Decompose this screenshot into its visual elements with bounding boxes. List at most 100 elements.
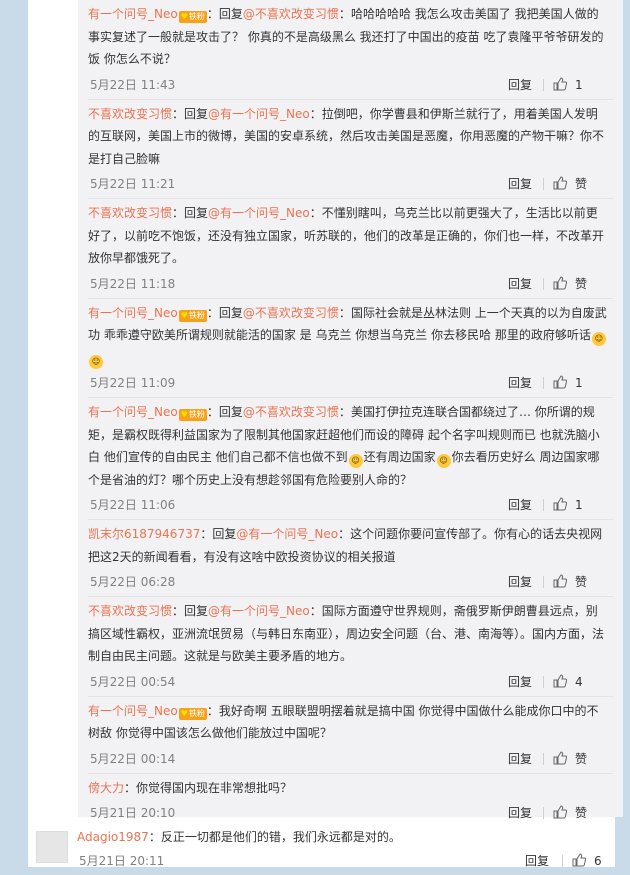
reply-button[interactable]: 回复 bbox=[508, 668, 532, 696]
like-button[interactable]: 1 bbox=[553, 71, 595, 99]
reply-time: 5月22日 11:18 bbox=[90, 276, 176, 291]
like-count: 1 bbox=[575, 77, 583, 92]
avatar[interactable] bbox=[36, 831, 68, 863]
reply-body: 还有周边国家 bbox=[363, 450, 436, 464]
reply-button[interactable]: 回复 bbox=[508, 270, 532, 298]
reply-text: 不喜欢改变习惯：回复@有一个问号_Neo：国际方面遵守世界规则，斋俄罗斯伊朗曹县… bbox=[88, 604, 605, 663]
emoji-icon: ☺ bbox=[89, 354, 103, 369]
reply-button[interactable]: 回复 bbox=[508, 745, 532, 773]
reply-text: 有一个问号_Neo ♥铁粉 ：回复@不喜欢改变习惯：国际社会就是丛林法则 上一个天真… bbox=[88, 302, 613, 370]
divider bbox=[543, 377, 544, 389]
fan-badge[interactable]: ♥铁粉 bbox=[178, 11, 207, 23]
reply-time: 5月22日 11:21 bbox=[90, 177, 176, 191]
reply-author[interactable]: 有一个问号_Neo bbox=[88, 306, 178, 320]
reply-author[interactable]: 不喜欢改变习惯 bbox=[88, 107, 172, 121]
mention-link[interactable]: @有一个问号_Neo bbox=[236, 527, 338, 541]
like-button[interactable]: 1 bbox=[553, 369, 595, 397]
reply-meta: 5月22日 11:18 回复 赞 bbox=[88, 270, 613, 298]
reply-time: 5月22日 11:09 bbox=[90, 376, 176, 390]
like-button[interactable]: 6 bbox=[572, 847, 614, 875]
reply-button[interactable]: 回复 bbox=[508, 568, 532, 596]
reply-meta: 5月22日 11:21 回复 赞 bbox=[88, 170, 613, 198]
thumb-up-icon bbox=[553, 673, 567, 687]
mention-link[interactable]: @不喜欢改变习惯 bbox=[243, 405, 339, 419]
reply-author[interactable]: 凯末尔6187946737 bbox=[88, 527, 200, 541]
like-button[interactable]: 赞 bbox=[553, 568, 595, 596]
mention-link[interactable]: @有一个问号_Neo bbox=[208, 107, 310, 121]
thumb-up-icon bbox=[553, 497, 567, 511]
like-count: 1 bbox=[575, 498, 583, 512]
reply-author[interactable]: 有一个问号_Neo bbox=[88, 405, 178, 419]
mention-link[interactable]: @不喜欢改变习惯 bbox=[243, 306, 339, 320]
reply-meta: 5月22日 00:54 回复 4 bbox=[88, 668, 613, 696]
reply-item: 有一个问号_Neo ♥铁粉 ：回复@不喜欢改变习惯：美国打伊拉克连联合国都绕过了… … bbox=[88, 398, 613, 520]
heart-icon: ♥ bbox=[180, 310, 188, 320]
reply-button[interactable]: 回复 bbox=[508, 71, 532, 99]
reply-meta: 5月22日 11:09 回复 1 bbox=[88, 369, 613, 397]
reply-meta: 5月22日 06:28 回复 赞 bbox=[88, 568, 613, 596]
like-count: 赞 bbox=[575, 806, 588, 820]
reply-button[interactable]: 回复 bbox=[508, 369, 532, 397]
comment-body: 反正一切都是他们的错，我们永远都是对的。 bbox=[160, 830, 401, 844]
like-button[interactable]: 1 bbox=[553, 491, 595, 519]
comment-meta: 5月21日 20:11 回复 6 bbox=[77, 847, 615, 875]
reply-meta: 5月22日 11:43 回复 1 bbox=[88, 71, 613, 99]
reply-text: 有一个问号_Neo ♥铁粉 ：回复@不喜欢改变习惯：哈哈哈哈哈 我怎么攻击美国了 我… bbox=[88, 7, 604, 66]
reply-button[interactable]: 回复 bbox=[525, 847, 549, 875]
heart-icon: ♥ bbox=[180, 12, 188, 21]
reply-text: 不喜欢改变习惯：回复@有一个问号_Neo：拉倒吧，你学曹县和伊斯兰就行了，用着美… bbox=[88, 106, 605, 166]
thumb-up-icon bbox=[553, 76, 567, 90]
reply-author[interactable]: 有一个问号_Neo bbox=[88, 7, 178, 21]
reply-item: 不喜欢改变习惯：回复@有一个问号_Neo：国际方面遵守世界规则，斋俄罗斯伊朗曹县… bbox=[88, 597, 613, 697]
like-button[interactable]: 赞 bbox=[553, 270, 595, 298]
comment-author[interactable]: Adagio1987 bbox=[77, 830, 149, 844]
divider bbox=[543, 499, 544, 511]
emoji-icon: ☺ bbox=[591, 332, 606, 346]
reply-author[interactable]: 不喜欢改变习惯 bbox=[88, 206, 172, 220]
fan-badge[interactable]: ♥铁粉 bbox=[178, 409, 207, 421]
reply-text: 有一个问号_Neo ♥铁粉 ：我好奇啊 五眼联盟明摆着就是搞中国 你觉得中国做什么能… bbox=[88, 703, 599, 741]
reply-item: 傍大力：你觉得国内现在非常想批吗？ 5月21日 20:10 回复赞 bbox=[88, 774, 613, 828]
mention-link[interactable]: @不喜欢改变习惯 bbox=[243, 7, 339, 21]
reply-button[interactable]: 回复 bbox=[508, 170, 532, 198]
reply-body: 你觉得国内现在非常想批吗？ bbox=[136, 780, 293, 795]
like-button[interactable]: 4 bbox=[553, 668, 595, 696]
fan-badge[interactable]: ♥铁粉 bbox=[178, 309, 207, 322]
reply-author[interactable]: 傍大力 bbox=[88, 781, 124, 795]
mention-link[interactable]: @有一个问号_Neo bbox=[208, 206, 310, 220]
reply-button[interactable]: 回复 bbox=[508, 491, 532, 519]
like-count: 赞 bbox=[575, 177, 588, 191]
reply-meta: 5月22日 11:06 回复 1 bbox=[88, 491, 613, 519]
heart-icon: ♥ bbox=[180, 410, 188, 419]
fan-badge[interactable]: ♥铁粉 bbox=[178, 707, 207, 720]
reply-text: 有一个问号_Neo ♥铁粉 ：回复@不喜欢改变习惯：美国打伊拉克连联合国都绕过了… … bbox=[88, 405, 600, 487]
thumb-up-icon bbox=[572, 853, 586, 867]
thumb-up-icon bbox=[553, 750, 567, 764]
reply-item: 有一个问号_Neo ♥铁粉 ：回复@不喜欢改变习惯：国际社会就是丛林法则 上一个天真… bbox=[88, 299, 613, 398]
thumb-up-icon bbox=[553, 574, 567, 588]
divider bbox=[543, 178, 544, 190]
like-count: 6 bbox=[594, 854, 602, 868]
mention-link[interactable]: @有一个问号_Neo bbox=[208, 604, 310, 618]
like-button[interactable]: 赞 bbox=[553, 170, 595, 198]
comment-text: Adagio1987：反正一切都是他们的错，我们永远都是对的。 bbox=[77, 830, 401, 844]
divider bbox=[543, 752, 544, 765]
comment-panel: 有一个问号_Neo ♥铁粉 ：回复@不喜欢改变习惯：哈哈哈哈哈 我怎么攻击美国了 我… bbox=[28, 0, 623, 868]
like-count: 赞 bbox=[575, 751, 588, 766]
like-count: 4 bbox=[575, 674, 583, 689]
divider bbox=[543, 576, 544, 588]
reply-text: 不喜欢改变习惯：回复@有一个问号_Neo：不懂别瞎叫，乌克兰比以前更强大了，生活… bbox=[88, 206, 605, 265]
reply-author[interactable]: 有一个问号_Neo bbox=[88, 704, 178, 718]
like-button[interactable]: 赞 bbox=[553, 745, 595, 773]
reply-item: 有一个问号_Neo ♥铁粉 ：回复@不喜欢改变习惯：哈哈哈哈哈 我怎么攻击美国了 我… bbox=[88, 0, 613, 100]
thumb-up-icon bbox=[553, 176, 567, 190]
divider bbox=[543, 277, 544, 290]
reply-item: 有一个问号_Neo ♥铁粉 ：我好奇啊 五眼联盟明摆着就是搞中国 你觉得中国做什么能… bbox=[88, 697, 613, 774]
reply-meta: 5月22日 00:14 回复 赞 bbox=[88, 745, 613, 773]
reply-author[interactable]: 不喜欢改变习惯 bbox=[88, 604, 172, 618]
emoji-icon: ☺ bbox=[436, 454, 451, 468]
divider bbox=[543, 675, 544, 688]
thumb-up-icon bbox=[553, 375, 567, 389]
like-count: 赞 bbox=[575, 575, 588, 589]
divider bbox=[543, 807, 544, 819]
